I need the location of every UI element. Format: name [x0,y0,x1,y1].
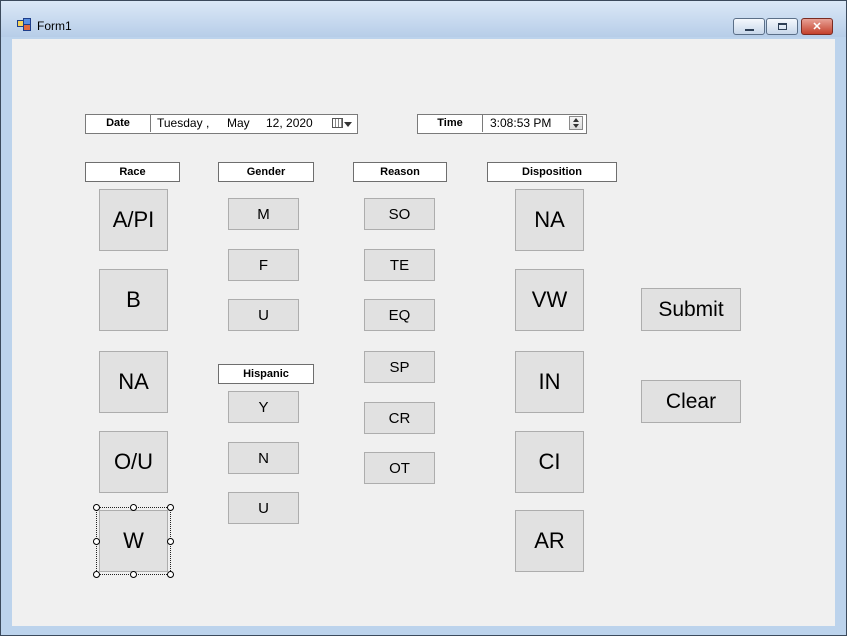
clear-button[interactable]: Clear [641,380,741,423]
race-button-api[interactable]: A/PI [99,189,168,251]
minimize-icon [744,28,754,31]
resize-handle[interactable] [93,504,100,511]
reason-button-ot[interactable]: OT [364,452,435,484]
reason-button-eq[interactable]: EQ [364,299,435,331]
resize-handle[interactable] [130,571,137,578]
disposition-header: Disposition [487,162,617,182]
reason-button-cr[interactable]: CR [364,402,435,434]
hispanic-header: Hispanic [218,364,314,384]
spin-updown-icon[interactable] [569,116,583,130]
time-value[interactable]: 3:08:53 PM [490,115,551,132]
app-icon [17,18,31,31]
resize-handle[interactable] [167,504,174,511]
dropdown-arrow-icon[interactable] [344,122,352,127]
disposition-button-ar[interactable]: AR [515,510,584,572]
hispanic-button-u[interactable]: U [228,492,299,524]
hispanic-button-y[interactable]: Y [228,391,299,423]
resize-handle[interactable] [130,504,137,511]
gender-button-m[interactable]: M [228,198,299,230]
date-weekday[interactable]: Tuesday [157,115,203,132]
close-button[interactable]: ✕ [801,18,833,35]
maximize-button[interactable] [766,18,798,35]
form-window: Form1 ✕ Date Tuesday , May 12, 2020 Time… [0,0,847,636]
form-client-area: Date Tuesday , May 12, 2020 Time 3:08:53… [12,39,835,626]
reason-header: Reason [353,162,447,182]
resize-handle[interactable] [93,571,100,578]
date-picker[interactable]: Date Tuesday , May 12, 2020 [85,114,358,134]
gender-button-u[interactable]: U [228,299,299,331]
reason-button-te[interactable]: TE [364,249,435,281]
resize-handle[interactable] [93,538,100,545]
maximize-icon [777,23,787,30]
close-icon: ✕ [812,21,822,33]
resize-handle[interactable] [167,571,174,578]
race-header: Race [85,162,180,182]
disposition-button-in[interactable]: IN [515,351,584,413]
date-day-year[interactable]: 12, 2020 [266,115,313,132]
calendar-icon[interactable] [332,118,343,128]
hispanic-button-n[interactable]: N [228,442,299,474]
title-bar[interactable]: Form1 ✕ [1,1,846,37]
window-title: Form1 [37,19,72,33]
race-button-na[interactable]: NA [99,351,168,413]
race-button-b[interactable]: B [99,269,168,331]
submit-button[interactable]: Submit [641,288,741,331]
selection-frame [96,507,171,575]
resize-handle[interactable] [167,538,174,545]
minimize-button[interactable] [733,18,765,35]
date-month[interactable]: May [227,115,250,132]
disposition-button-na[interactable]: NA [515,189,584,251]
disposition-button-vw[interactable]: VW [515,269,584,331]
race-button-ou[interactable]: O/U [99,431,168,493]
disposition-button-ci[interactable]: CI [515,431,584,493]
date-label: Date [86,115,151,132]
date-comma: , [206,116,210,130]
time-label: Time [418,115,483,132]
reason-button-sp[interactable]: SP [364,351,435,383]
reason-button-so[interactable]: SO [364,198,435,230]
time-picker[interactable]: Time 3:08:53 PM [417,114,587,134]
gender-header: Gender [218,162,314,182]
gender-button-f[interactable]: F [228,249,299,281]
